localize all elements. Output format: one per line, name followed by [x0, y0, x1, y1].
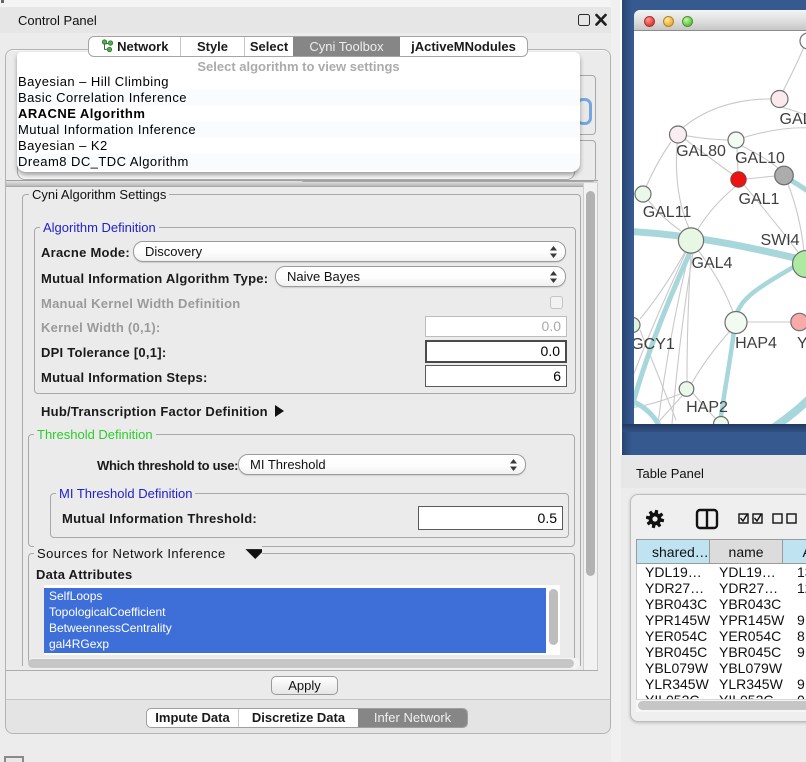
- svg-text:GAL4: GAL4: [692, 255, 733, 272]
- svg-text:HAP2: HAP2: [686, 399, 728, 416]
- svg-text:SWI4: SWI4: [760, 232, 799, 249]
- svg-text:GAL2: GAL2: [780, 111, 806, 128]
- svg-text:GAL80: GAL80: [676, 143, 726, 160]
- svg-text:HAP4: HAP4: [735, 335, 777, 352]
- svg-text:YM: YM: [797, 335, 806, 352]
- svg-text:GCY1: GCY1: [634, 336, 675, 353]
- svg-text:GAL1: GAL1: [739, 191, 780, 208]
- svg-text:GAL11: GAL11: [643, 204, 692, 221]
- svg-text:GAL10: GAL10: [735, 150, 785, 167]
